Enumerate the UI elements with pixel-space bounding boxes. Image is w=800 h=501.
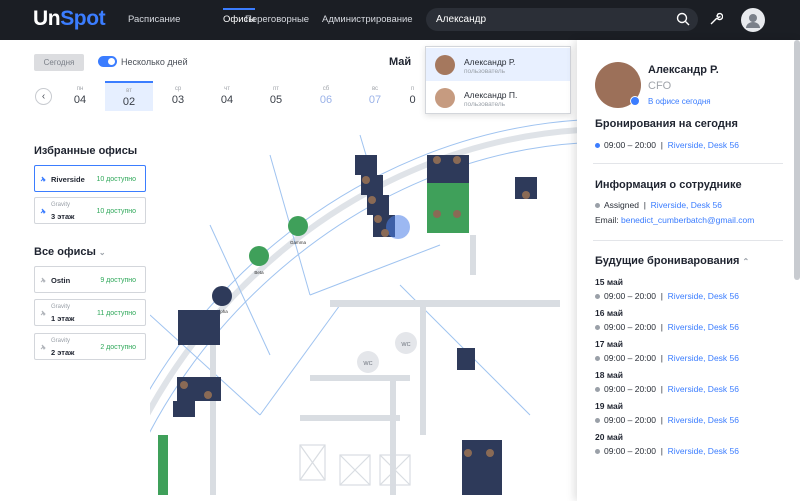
desk-link[interactable]: Riverside, Desk 56 bbox=[668, 353, 739, 363]
employee-info-title: Информация о сотруднике bbox=[595, 179, 742, 191]
today-booking-row: 09:00 – 20:00 | Riverside, Desk 56 bbox=[595, 140, 739, 150]
day-cell[interactable]: чт 04 bbox=[203, 81, 251, 111]
room-gamma[interactable]: Gamma bbox=[288, 216, 308, 245]
day-cell[interactable]: пт 05 bbox=[252, 81, 300, 111]
day-cell[interactable]: вс 07 bbox=[351, 81, 399, 111]
future-booking-row: 09:00 – 20:00 | Riverside, Desk 56 bbox=[595, 291, 739, 301]
future-booking-row: 09:00 – 20:00 | Riverside, Desk 56 bbox=[595, 446, 739, 456]
today-button[interactable]: Сегодня bbox=[34, 54, 84, 71]
pin-icon[interactable] bbox=[40, 208, 46, 214]
svg-text:Gamma: Gamma bbox=[290, 240, 307, 245]
pin-outline-icon[interactable] bbox=[40, 310, 46, 316]
favorites-title: Избранные офисы bbox=[34, 145, 138, 157]
profile-status: В офисе сегодня bbox=[648, 97, 711, 106]
assigned-dot bbox=[595, 203, 600, 209]
office-card-gravity-2[interactable]: Gravity 2 этаж 2 доступно bbox=[34, 333, 146, 360]
day-cell-selected[interactable]: вт 02 bbox=[105, 81, 153, 111]
month-label: Май bbox=[389, 56, 412, 68]
desk-link[interactable]: Riverside, Desk 56 bbox=[668, 446, 739, 456]
day-cell[interactable]: сб 06 bbox=[302, 81, 350, 111]
desk-link[interactable]: Riverside, Desk 56 bbox=[668, 140, 739, 150]
future-booking-row: 09:00 – 20:00 | Riverside, Desk 56 bbox=[595, 384, 739, 394]
search-input[interactable]: Александр bbox=[426, 8, 698, 31]
user-icon bbox=[746, 14, 760, 28]
future-bookings-title[interactable]: Будущие брониварования ⌃ bbox=[595, 255, 749, 267]
booking-date: 18 май bbox=[595, 370, 623, 380]
user-photo bbox=[435, 88, 455, 108]
search-result-item[interactable]: Александр П. пользователь bbox=[426, 81, 570, 114]
search-result-item[interactable]: Александр Р. пользователь bbox=[426, 48, 570, 81]
desk-link[interactable]: Riverside, Desk 56 bbox=[668, 291, 739, 301]
nav-schedule[interactable]: Расписание bbox=[128, 14, 180, 25]
desk-link[interactable]: Riverside, Desk 56 bbox=[668, 322, 739, 332]
wc-label: WC bbox=[363, 361, 372, 367]
divider bbox=[593, 240, 783, 241]
future-booking-row: 09:00 – 20:00 | Riverside, Desk 56 bbox=[595, 415, 739, 425]
office-card-gravity-1[interactable]: Gravity 1 этаж 11 доступно bbox=[34, 299, 146, 326]
office-card-gravity-3[interactable]: Gravity 3 этаж 10 доступно bbox=[34, 197, 146, 224]
search-icon[interactable] bbox=[676, 12, 690, 26]
all-offices-title[interactable]: Все офисы ⌄ bbox=[34, 246, 106, 258]
room-beta[interactable]: Beta bbox=[249, 246, 269, 275]
day-cell[interactable]: п0 bbox=[400, 81, 425, 111]
room-alpha[interactable]: Alpha bbox=[212, 286, 232, 314]
prev-week-button[interactable]: ‹ bbox=[35, 88, 52, 105]
assigned-row: Assigned | Riverside, Desk 56 bbox=[595, 200, 722, 210]
booking-dot bbox=[595, 143, 600, 149]
day-cell[interactable]: ср 03 bbox=[154, 81, 202, 111]
profile-name: Александр Р. bbox=[648, 64, 719, 76]
user-avatar[interactable] bbox=[741, 8, 765, 32]
booking-date: 16 май bbox=[595, 308, 623, 318]
nav-administration[interactable]: Администрирование bbox=[322, 14, 413, 25]
online-status-dot bbox=[630, 96, 640, 106]
app-logo[interactable]: UnSpot bbox=[33, 7, 106, 31]
email-link[interactable]: benedict_cumberbatch@gmail.com bbox=[621, 215, 754, 225]
multi-days-toggle[interactable] bbox=[98, 56, 117, 67]
booking-date: 17 май bbox=[595, 339, 623, 349]
email-row: Email: benedict_cumberbatch@gmail.com bbox=[595, 215, 755, 225]
profile-role: CFO bbox=[648, 80, 672, 92]
wrench-icon[interactable] bbox=[708, 12, 723, 27]
pin-icon[interactable] bbox=[40, 176, 46, 182]
nav-meeting-rooms[interactable]: Переговорные bbox=[245, 14, 309, 25]
desk-link[interactable]: Riverside, Desk 56 bbox=[668, 384, 739, 394]
pin-outline-icon[interactable] bbox=[40, 277, 46, 283]
day-cell[interactable]: пн 04 bbox=[56, 81, 104, 111]
chevron-up-icon: ⌃ bbox=[742, 257, 750, 266]
desk-link[interactable]: Riverside, Desk 56 bbox=[651, 200, 722, 210]
future-booking-row: 09:00 – 20:00 | Riverside, Desk 56 bbox=[595, 353, 739, 363]
user-photo bbox=[435, 55, 455, 75]
divider bbox=[593, 163, 783, 164]
booking-date: 20 май bbox=[595, 432, 623, 442]
future-booking-row: 09:00 – 20:00 | Riverside, Desk 56 bbox=[595, 322, 739, 332]
chevron-down-icon: ⌄ bbox=[98, 248, 106, 257]
svg-text:Beta: Beta bbox=[254, 270, 264, 275]
office-card-ostin[interactable]: Ostin 9 доступно bbox=[34, 266, 146, 293]
search-results-dropdown: Александр Р. пользователь Александр П. п… bbox=[425, 46, 571, 114]
booking-date: 15 май bbox=[595, 277, 623, 287]
booking-date: 19 май bbox=[595, 401, 623, 411]
panel-scrollbar[interactable] bbox=[794, 40, 800, 280]
today-bookings-title: Бронирования на сегодня bbox=[595, 118, 738, 130]
wc-label: WC bbox=[401, 342, 410, 348]
pin-outline-icon[interactable] bbox=[40, 344, 46, 350]
office-card-riverside[interactable]: Riverside 10 доступно bbox=[34, 165, 146, 192]
office-floor-map[interactable]: WC WC Gamma Beta Alpha bbox=[150, 115, 580, 501]
multi-days-label: Несколько дней bbox=[121, 57, 188, 67]
desk-link[interactable]: Riverside, Desk 56 bbox=[668, 415, 739, 425]
